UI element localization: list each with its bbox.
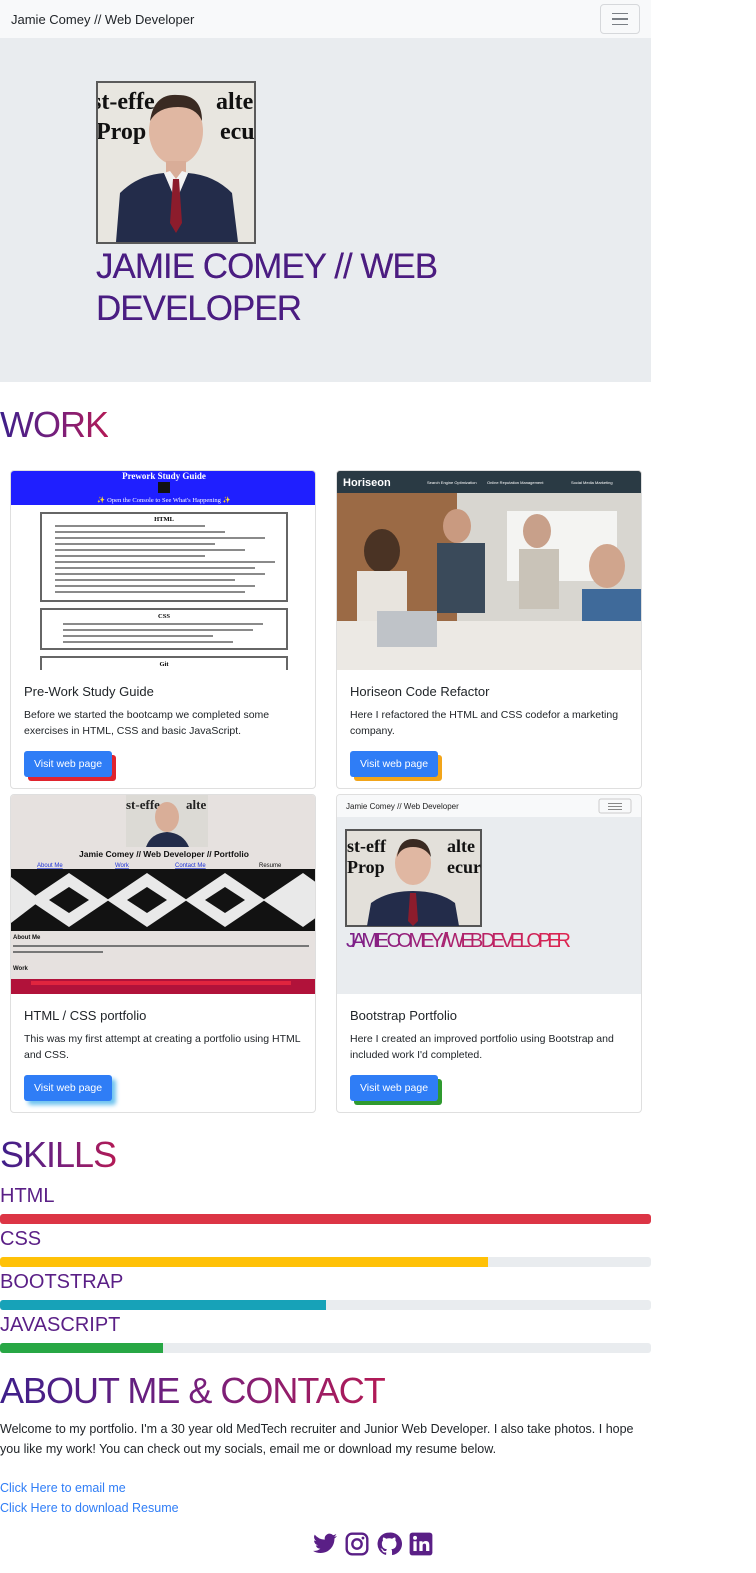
skill-bar-html xyxy=(0,1214,651,1224)
portfolio-thumb-nav-2: Work xyxy=(115,863,130,869)
svg-text:st-effe: st-effe xyxy=(98,89,155,115)
svg-text:alte: alte xyxy=(186,797,206,812)
work-card-prework: Prework Study Guide ✨ Open the Console t… xyxy=(10,470,316,789)
card-text: Here I refactored the HTML and CSS codef… xyxy=(350,709,619,737)
prework-thumb-git: Git xyxy=(159,661,169,668)
profile-photo: st-effe alte Prop ecur xyxy=(96,81,256,244)
email-link[interactable]: Click Here to email me xyxy=(0,1481,126,1495)
skill-bar-bootstrap xyxy=(0,1300,651,1310)
work-card-html-css-portfolio: st-effe alte Jamie Comey // Web Develope… xyxy=(10,794,316,1113)
svg-text:Prop: Prop xyxy=(98,119,146,145)
hero-jumbotron: st-effe alte Prop ecur JAMIE COMEY // WE… xyxy=(0,38,651,382)
twitter-icon[interactable] xyxy=(312,1531,338,1557)
linkedin-icon[interactable] xyxy=(408,1531,434,1557)
card-title: Horiseon Code Refactor xyxy=(350,684,490,699)
prework-thumb-html: HTML xyxy=(154,516,175,523)
work-card-bootstrap-portfolio: Jamie Comey // Web Developer st-eff alte… xyxy=(336,794,642,1113)
navbar: Jamie Comey // Web Developer xyxy=(0,0,651,38)
download-resume-link[interactable]: Click Here to download Resume xyxy=(0,1501,179,1515)
svg-text:ecur: ecur xyxy=(220,119,254,145)
horiseon-thumb-nav-3: Social Media Marketing xyxy=(571,480,613,485)
skill-label-html: HTML xyxy=(0,1185,55,1207)
svg-text:st-effe: st-effe xyxy=(126,797,160,812)
card-text: This was my first attempt at creating a … xyxy=(24,1033,301,1061)
card-title: Bootstrap Portfolio xyxy=(350,1008,457,1023)
portfolio-thumb-about: About Me xyxy=(13,935,41,941)
portfolio-thumb-work: Work xyxy=(13,966,29,972)
card-title: Pre-Work Study Guide xyxy=(24,684,154,699)
svg-text:ecur: ecur xyxy=(447,857,481,877)
skill-bar-css xyxy=(0,1257,651,1267)
work-card-horiseon: Horiseon Search Engine Optimization Onli… xyxy=(336,470,642,789)
card-text: Before we started the bootcamp we comple… xyxy=(24,709,270,737)
github-icon[interactable] xyxy=(376,1531,402,1557)
visit-web-page-button[interactable]: Visit web page xyxy=(24,1075,112,1101)
portfolio-thumb-nav-1: About Me xyxy=(37,863,63,869)
about-heading: ABOUT ME & CONTACT xyxy=(0,1370,386,1411)
horiseon-thumb-nav-1: Search Engine Optimization xyxy=(427,480,477,485)
about-text: Welcome to my portfolio. I'm a 30 year o… xyxy=(0,1422,634,1456)
horiseon-thumb-logo: Horiseon xyxy=(343,477,391,489)
horiseon-screenshot: Horiseon Search Engine Optimization Onli… xyxy=(337,471,641,670)
bootstrap-thumb-title: JAMIE COMEY // WEB DEVELOPER xyxy=(346,930,571,952)
prework-screenshot: Prework Study Guide ✨ Open the Console t… xyxy=(11,471,315,670)
skill-label-javascript: JAVASCRIPT xyxy=(0,1314,121,1336)
portfolio-thumb-nav-3: Contact Me xyxy=(175,863,206,869)
work-heading: WORK xyxy=(0,404,109,445)
svg-text:alte: alte xyxy=(447,836,475,856)
portfolio-thumb-nav-4: Resume xyxy=(259,863,282,869)
hamburger-menu-icon[interactable] xyxy=(600,4,640,34)
instagram-icon[interactable] xyxy=(344,1531,370,1557)
prework-thumb-css: CSS xyxy=(158,613,170,620)
prework-thumb-title: Prework Study Guide xyxy=(122,471,206,481)
skill-bar-javascript xyxy=(0,1343,651,1353)
svg-text:st-eff: st-eff xyxy=(347,836,387,856)
social-links xyxy=(312,1531,434,1557)
skill-label-bootstrap: BOOTSTRAP xyxy=(0,1271,124,1293)
navbar-brand[interactable]: Jamie Comey // Web Developer xyxy=(11,12,194,27)
portfolio-screenshot: st-effe alte Jamie Comey // Web Develope… xyxy=(11,795,315,994)
card-title: HTML / CSS portfolio xyxy=(24,1008,147,1023)
card-text: Here I created an improved portfolio usi… xyxy=(350,1033,614,1061)
skill-label-css: CSS xyxy=(0,1228,42,1250)
portfolio-thumb-title: Jamie Comey // Web Developer // Portfoli… xyxy=(79,849,249,859)
horiseon-thumb-nav-2: Online Reputation Management xyxy=(487,480,544,485)
hero-title: JAMIE COMEY // WEB DEVELOPER xyxy=(96,246,476,330)
skills-heading: SKILLS xyxy=(0,1134,117,1175)
visit-web-page-button[interactable]: Visit web page xyxy=(24,751,112,777)
visit-web-page-button[interactable]: Visit web page xyxy=(350,1075,438,1101)
bootstrap-thumb-brand: Jamie Comey // Web Developer xyxy=(346,802,459,811)
svg-text:alte: alte xyxy=(216,89,254,115)
visit-web-page-button[interactable]: Visit web page xyxy=(350,751,438,777)
bootstrap-portfolio-screenshot: Jamie Comey // Web Developer st-eff alte… xyxy=(337,795,641,994)
svg-text:Prop: Prop xyxy=(347,857,385,877)
prework-thumb-sub: ✨ Open the Console to See What's Happeni… xyxy=(97,496,230,504)
